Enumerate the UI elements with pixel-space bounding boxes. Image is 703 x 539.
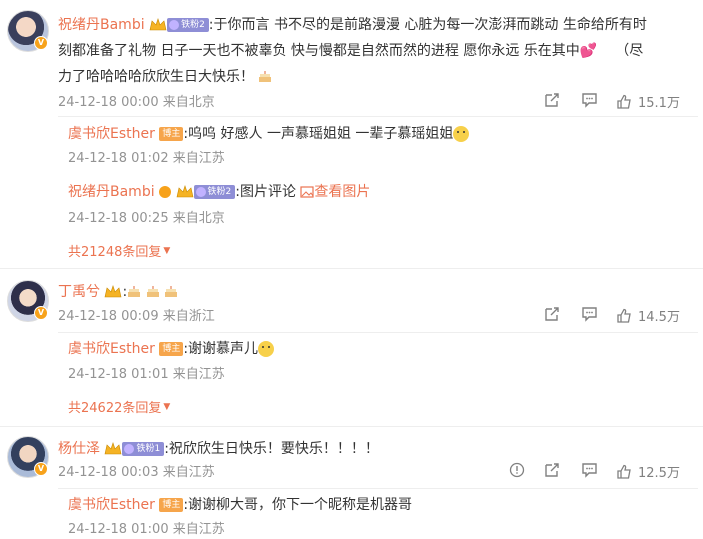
divider (0, 426, 703, 427)
comment-body: 丁禹兮 : (58, 282, 178, 302)
comment-text-line3: 力了哈哈哈哈欣欣生日大快乐！ (58, 69, 254, 85)
crown-icon (105, 442, 122, 455)
divider (58, 332, 698, 333)
share-button[interactable] (544, 92, 560, 108)
verified-badge-icon (159, 186, 172, 198)
share-icon (545, 93, 559, 107)
comment-icon (582, 463, 597, 478)
share-icon (545, 307, 559, 321)
like-button[interactable]: 12.5万 (616, 462, 680, 481)
comment-text-line3-a: （尽 (615, 43, 644, 59)
like-icon (617, 94, 631, 109)
crown-icon (149, 18, 167, 31)
comment-meta: 24-12-18 00:09 来自浙江 (58, 309, 215, 324)
comment-text-line2-row: 刻都准备了礼物 日子一天也不被辜负 快与慢都是自然而然的进程 愿你永远 乐在其中… (58, 38, 703, 64)
like-count: 14.5万 (638, 310, 680, 325)
verified-badge-icon: V (34, 36, 48, 50)
author-tag: 博主 (159, 498, 184, 512)
share-button[interactable] (544, 462, 560, 478)
worried-emoji-icon (258, 341, 275, 357)
like-icon (617, 464, 631, 479)
reply-meta: 24-12-18 01:00 来自江苏 (68, 522, 225, 537)
like-button[interactable]: 14.5万 (616, 306, 680, 325)
comment-button[interactable] (581, 92, 598, 108)
divider (58, 116, 698, 117)
reply-text: :谢谢慕声儿 (183, 341, 259, 357)
comment-meta: 24-12-18 00:00 来自北京 (58, 95, 215, 110)
divider (58, 488, 698, 489)
comment-body: 杨仕泽 铁粉1:祝欣欣生日快乐！要快乐！！！！ (58, 439, 379, 459)
report-icon (509, 462, 525, 478)
like-count: 15.1万 (638, 96, 680, 111)
reply-item: 虞书欣Esther 博主:呜呜 好感人 一声慕瑶姐姐 一辈子慕瑶姐姐 (68, 124, 470, 144)
reply-author[interactable]: 虞书欣Esther (68, 126, 155, 142)
verified-badge-icon: V (34, 462, 48, 476)
comment-text: :祝欣欣生日快乐！要快乐！！！！ (164, 441, 379, 457)
like-icon (617, 308, 631, 323)
commenter-name[interactable]: 祝绪丹Bambi (58, 17, 145, 33)
reply-item: 虞书欣Esther 博主:谢谢柳大哥，你下一个昵称是机器哥 (68, 495, 412, 515)
reply-author[interactable]: 虞书欣Esther (68, 341, 155, 357)
comment-text-line3-row: 力了哈哈哈哈欣欣生日大快乐！ (58, 64, 272, 90)
comment-meta: 24-12-18 00:03 来自江苏 (58, 465, 215, 480)
reply-text: :谢谢柳大哥，你下一个昵称是机器哥 (183, 497, 413, 513)
author-tag: 博主 (159, 127, 184, 141)
fan-badge: 铁粉2 (193, 185, 236, 199)
verified-badge-icon: V (34, 306, 48, 320)
reply-meta: 24-12-18 01:01 来自江苏 (68, 367, 225, 382)
comment-text-line2: 刻都准备了礼物 日子一天也不被辜负 快与慢都是自然而然的进程 愿你永远 乐在其中 (58, 43, 580, 59)
like-count: 12.5万 (638, 466, 680, 481)
more-replies-text: 共24622条回复 (68, 401, 162, 416)
cake-emoji-icon (146, 286, 159, 297)
reply-meta: 24-12-18 01:02 来自江苏 (68, 151, 225, 166)
comment-button[interactable] (581, 462, 598, 478)
reply-meta: 24-12-18 00:25 来自北京 (68, 211, 225, 226)
chevron-down-icon: ▼ (163, 245, 171, 256)
reply-text: :呜呜 好感人 一声慕瑶姐姐 一辈子慕瑶姐姐 (183, 126, 454, 142)
comment-icon (582, 307, 597, 322)
like-button[interactable]: 15.1万 (616, 92, 680, 111)
cake-emoji-icon (128, 286, 141, 297)
chevron-down-icon: ▼ (163, 401, 171, 412)
commenter-name[interactable]: 杨仕泽 (58, 441, 100, 457)
crown-icon (105, 285, 122, 298)
commenter-name[interactable]: 丁禹兮 (58, 284, 100, 300)
reply-author[interactable]: 虞书欣Esther (68, 497, 155, 513)
comment-button[interactable] (581, 306, 598, 322)
share-button[interactable] (544, 306, 560, 322)
fan-badge: 铁粉2 (167, 18, 209, 32)
image-icon (300, 186, 315, 198)
comment-icon (582, 93, 597, 108)
share-icon (545, 463, 559, 477)
reply-text: :图片评论 (235, 184, 296, 200)
more-replies-text: 共21248条回复 (68, 245, 162, 260)
cake-emoji-icon (259, 71, 272, 82)
more-replies-link[interactable]: 共24622条回复 ▼ (68, 397, 170, 416)
reply-item: 虞书欣Esther 博主:谢谢慕声儿 (68, 339, 275, 359)
comment-body: 祝绪丹Bambi 铁粉2:于你而言 书不尽的是前路漫漫 心脏为每一次澎湃而跳动 … (58, 12, 698, 38)
crying-emoji-icon (453, 126, 470, 142)
heart-emoji-icon: 💕 (579, 43, 598, 59)
divider (0, 268, 703, 269)
more-replies-link[interactable]: 共21248条回复 ▼ (68, 241, 170, 260)
crown-icon (176, 185, 193, 198)
reply-author[interactable]: 祝绪丹Bambi (68, 184, 155, 200)
report-button[interactable] (509, 462, 525, 478)
cake-emoji-icon (165, 286, 178, 297)
author-tag: 博主 (159, 342, 184, 356)
reply-item: 祝绪丹Bambi 铁粉2:图片评论 查看图片 (68, 182, 370, 202)
fan-badge: 铁粉1 (122, 442, 165, 456)
comment-text-line1: :于你而言 书不尽的是前路漫漫 心脏为每一次澎湃而跳动 生命给所有时 (208, 17, 647, 33)
view-image-link[interactable]: 查看图片 (314, 184, 370, 200)
